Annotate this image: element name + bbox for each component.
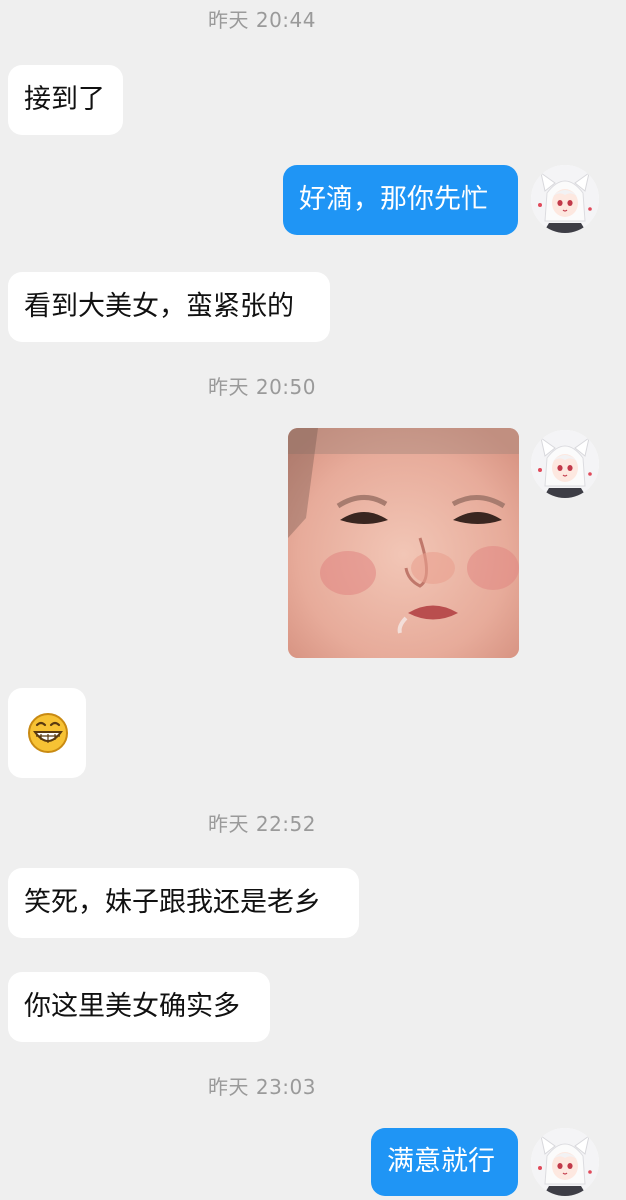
- timestamp: 昨天 23:03: [208, 1075, 316, 1099]
- user-avatar[interactable]: [531, 1128, 599, 1196]
- incoming-message[interactable]: 接到了: [8, 65, 123, 135]
- timestamp: 昨天 20:44: [208, 8, 316, 32]
- sent-sticker-image[interactable]: [288, 428, 519, 658]
- grinning-emoji-icon: [27, 712, 69, 758]
- timestamp: 昨天 22:52: [208, 812, 316, 836]
- timestamp: 昨天 20:50: [208, 375, 316, 399]
- user-avatar[interactable]: [531, 165, 599, 233]
- incoming-emoji-message[interactable]: [8, 688, 86, 778]
- outgoing-message[interactable]: 好滴，那你先忙: [283, 165, 518, 235]
- incoming-message[interactable]: 看到大美女，蛮紧张的: [8, 272, 330, 342]
- incoming-message[interactable]: 笑死，妹子跟我还是老乡: [8, 868, 359, 938]
- user-avatar[interactable]: [531, 430, 599, 498]
- outgoing-message[interactable]: 满意就行: [371, 1128, 518, 1196]
- incoming-message[interactable]: 你这里美女确实多: [8, 972, 270, 1042]
